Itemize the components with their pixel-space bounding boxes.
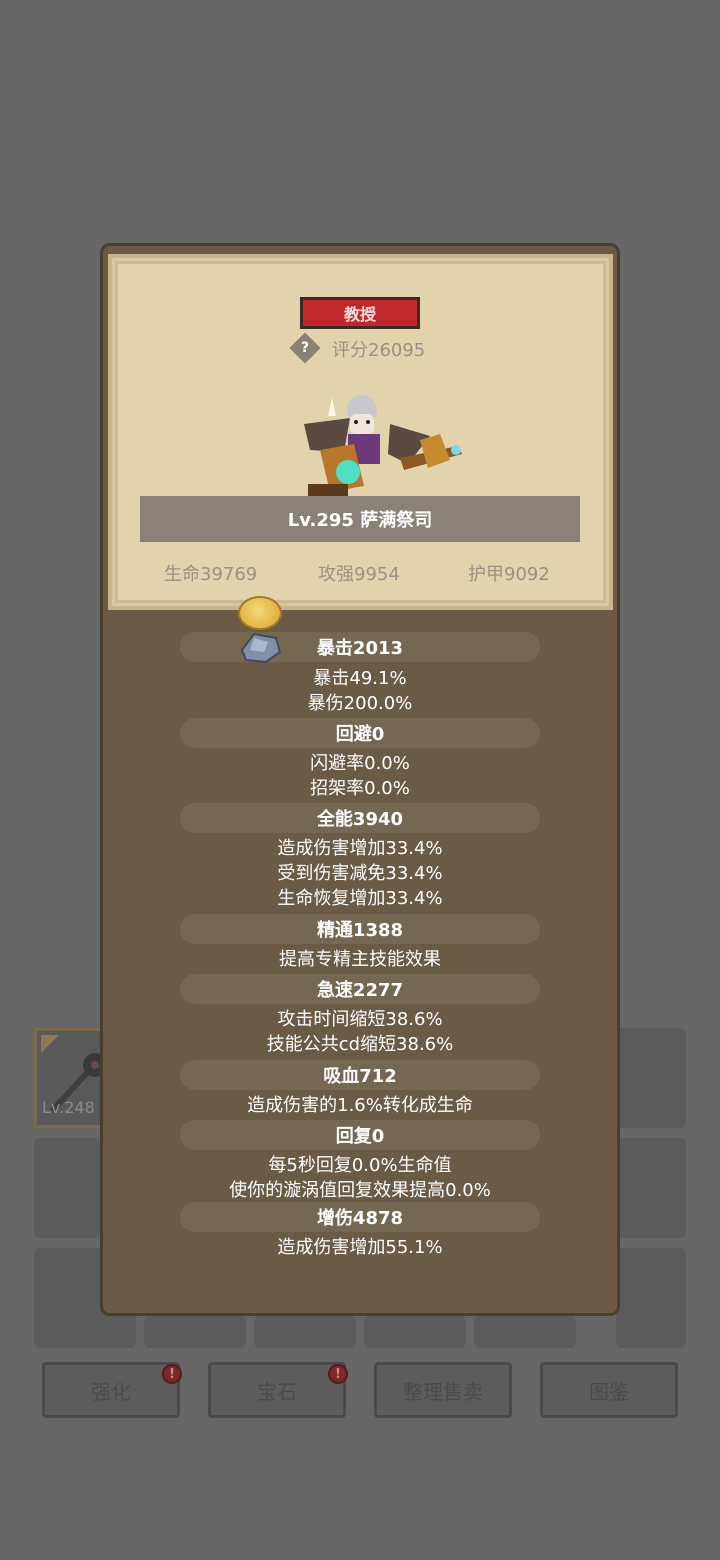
versatility-section-header: 全能3940 bbox=[180, 803, 540, 833]
stat-detail: 造成伤害增加33.4% bbox=[277, 838, 443, 859]
help-icon-glyph[interactable]: ? bbox=[294, 336, 316, 360]
inventory-slot[interactable] bbox=[144, 1316, 246, 1348]
stat-detail: 暴击49.1% bbox=[313, 668, 407, 689]
inventory-slot[interactable] bbox=[474, 1316, 576, 1348]
equipped-level-label: Lv.248 bbox=[42, 1098, 95, 1117]
character-name-bar: Lv.295 萨满祭司 bbox=[140, 496, 580, 542]
dodge-section-header: 回避0 bbox=[180, 718, 540, 748]
regen-section-header: 回复0 bbox=[180, 1120, 540, 1150]
hp-stat: 生命39769 bbox=[164, 564, 258, 585]
inventory-slot[interactable] bbox=[34, 1138, 100, 1238]
inventory-slot[interactable] bbox=[616, 1138, 686, 1238]
lifesteal-section-header: 吸血712 bbox=[180, 1060, 540, 1090]
crit-section-header: 暴击2013 bbox=[180, 632, 540, 662]
score-text: 评分26095 bbox=[332, 340, 426, 361]
stat-detail: 攻击时间缩短38.6% bbox=[277, 1009, 443, 1030]
haste-section-header: 急速2277 bbox=[180, 974, 540, 1004]
damage-boost-section-header: 增伤4878 bbox=[180, 1202, 540, 1232]
ore-stone-icon bbox=[240, 632, 282, 664]
sort-sell-label: 整理售卖 bbox=[403, 1379, 483, 1404]
inventory-slot[interactable] bbox=[616, 1248, 686, 1348]
inventory-slot[interactable] bbox=[616, 1028, 686, 1128]
stat-detail: 提高专精主技能效果 bbox=[279, 949, 441, 970]
stat-detail: 招架率0.0% bbox=[310, 778, 410, 799]
stat-detail: 技能公共cd缩短38.6% bbox=[266, 1034, 454, 1055]
enhance-button[interactable]: 强化 bbox=[42, 1362, 180, 1418]
enhance-alert-badge: ! bbox=[162, 1364, 182, 1384]
attack-stat: 攻强9954 bbox=[318, 564, 400, 585]
stat-detail: 生命恢复增加33.4% bbox=[277, 888, 443, 909]
stat-detail: 受到伤害减免33.4% bbox=[277, 863, 443, 884]
mastery-section-header: 精通1388 bbox=[180, 914, 540, 944]
gold-coin-icon bbox=[238, 596, 282, 630]
gem-label: 宝石 bbox=[257, 1379, 297, 1404]
stat-detail: 造成伤害增加55.1% bbox=[277, 1237, 443, 1258]
inventory-slot[interactable] bbox=[364, 1316, 466, 1348]
stat-detail: 暴伤200.0% bbox=[307, 693, 413, 714]
stat-detail: 每5秒回复0.0%生命值 bbox=[268, 1155, 452, 1176]
inventory-slot[interactable] bbox=[254, 1316, 356, 1348]
codex-button[interactable]: 图鉴 bbox=[540, 1362, 678, 1418]
gem-button[interactable]: 宝石 bbox=[208, 1362, 346, 1418]
rank-badge: 教授 bbox=[300, 297, 420, 329]
armor-stat: 护甲9092 bbox=[468, 564, 550, 585]
stat-detail: 造成伤害的1.6%转化成生命 bbox=[247, 1095, 473, 1116]
codex-label: 图鉴 bbox=[589, 1379, 629, 1404]
stat-detail: 使你的漩涡值回复效果提高0.0% bbox=[229, 1180, 491, 1201]
sort-sell-button[interactable]: 整理售卖 bbox=[374, 1362, 512, 1418]
enhance-label: 强化 bbox=[91, 1379, 131, 1404]
hero-portrait bbox=[304, 395, 462, 498]
gem-alert-badge: ! bbox=[328, 1364, 348, 1384]
stat-detail: 闪避率0.0% bbox=[310, 753, 410, 774]
